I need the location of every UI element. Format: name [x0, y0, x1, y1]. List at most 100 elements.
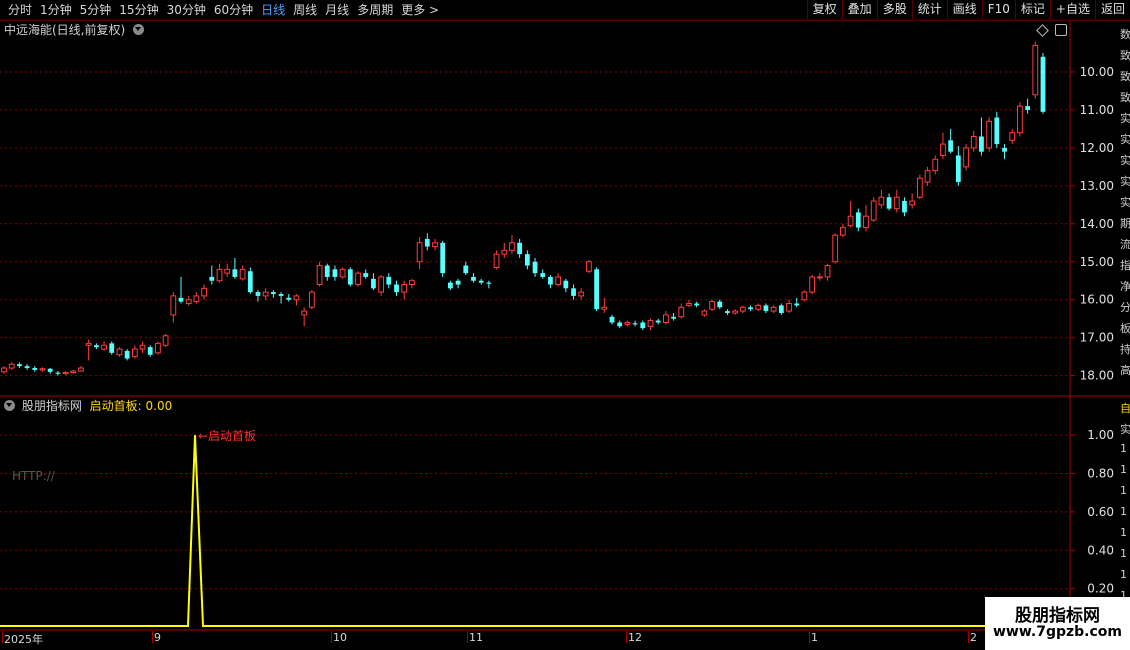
candle[interactable] — [155, 341, 161, 355]
candle-body — [1009, 132, 1016, 141]
period-tab-8[interactable]: 月线 — [321, 2, 353, 18]
dropdown-circle-icon[interactable] — [133, 24, 145, 35]
candle-body — [324, 265, 330, 277]
indicator-value: 启动首板: 0.00 — [89, 399, 173, 413]
candle-body — [501, 249, 508, 255]
candle-body — [893, 196, 900, 210]
candle-body — [131, 348, 138, 358]
toolbar-button-1[interactable]: 叠加 — [841, 0, 877, 19]
candle[interactable] — [870, 197, 877, 222]
date-tick — [2, 631, 3, 643]
y-tick-label: 13.00 — [1080, 179, 1114, 193]
period-tab-3[interactable]: 15分钟 — [115, 2, 162, 18]
period-tab-0[interactable]: 分时 — [4, 2, 36, 18]
candle[interactable] — [109, 341, 115, 355]
y-tick-label: 15.00 — [1080, 255, 1114, 269]
period-tabs: 分时 1分钟 5分钟 15分钟 30分钟 60分钟 日线 周线 月线 多周期 更多 > — [4, 2, 443, 18]
toolbar-button-8[interactable]: 返回 — [1094, 0, 1130, 19]
edge-text-fragment: 1 — [1120, 484, 1127, 497]
candle-body — [640, 322, 646, 329]
candle-body — [424, 238, 430, 247]
candle-body — [963, 147, 969, 168]
candle-body — [308, 291, 315, 308]
candle-body — [701, 310, 708, 316]
candle[interactable] — [162, 333, 169, 348]
candle[interactable] — [586, 259, 592, 274]
candle-body — [532, 261, 538, 274]
candle[interactable] — [247, 267, 253, 295]
candle-body — [739, 306, 746, 312]
candle-body — [1025, 106, 1030, 110]
candle-body — [916, 177, 923, 198]
period-tab-5[interactable]: 60分钟 — [210, 2, 257, 18]
candle-body — [955, 155, 961, 183]
period-tab-9[interactable]: 多周期 — [353, 2, 397, 18]
candle-body — [316, 265, 323, 286]
candle-body — [17, 364, 22, 367]
date-label: 11 — [469, 631, 483, 644]
candle[interactable] — [709, 299, 715, 312]
candle[interactable] — [316, 261, 323, 287]
candle-body — [8, 363, 15, 369]
watermark-url: www.7gpzb.com — [992, 624, 1122, 640]
candle-body — [224, 268, 231, 274]
candle[interactable] — [986, 117, 993, 152]
candle[interactable] — [801, 290, 808, 302]
candle-body — [209, 276, 215, 281]
candle[interactable] — [963, 144, 969, 171]
edge-text-fragment: 板 — [1120, 322, 1130, 335]
period-tab-1[interactable]: 1分钟 — [36, 2, 76, 18]
candle[interactable] — [832, 233, 839, 264]
period-tab-2[interactable]: 5分钟 — [76, 2, 116, 18]
candle-body — [1017, 105, 1023, 134]
toolbar-button-6[interactable]: 标记 — [1014, 0, 1050, 19]
candle-body — [686, 303, 692, 306]
toolbar-button-4[interactable]: 画线 — [946, 0, 982, 19]
candle[interactable] — [916, 174, 923, 200]
candle[interactable] — [339, 267, 346, 279]
candle[interactable] — [116, 347, 123, 357]
candle-body — [548, 276, 553, 285]
edge-text-fragment: 致 — [1120, 70, 1130, 83]
period-tab-4[interactable]: 30分钟 — [163, 2, 210, 18]
candle[interactable] — [355, 271, 361, 287]
candle-body — [463, 265, 469, 274]
period-tab-10[interactable]: 更多 > — [397, 2, 443, 18]
edge-text-fragment: 实 — [1120, 423, 1130, 436]
candle-body — [847, 215, 854, 227]
y-tick-label: 0.80 — [1087, 467, 1114, 481]
candle[interactable] — [1032, 41, 1039, 99]
edge-text-fragment: 期 — [1120, 217, 1130, 230]
candle-body — [655, 320, 661, 323]
edge-text-fragment: 1 — [1120, 568, 1127, 581]
date-label: 10 — [333, 631, 347, 644]
period-tab-7[interactable]: 周线 — [289, 2, 321, 18]
candle-body — [671, 316, 676, 319]
candle[interactable] — [594, 267, 600, 312]
period-toolbar: 分时 1分钟 5分钟 15分钟 30分钟 60分钟 日线 周线 月线 多周期 更多 > 复权 叠加 多股… — [0, 0, 1130, 21]
panel-toggle-icon[interactable] — [1055, 24, 1067, 36]
candlestick-chart[interactable]: 18.00 17.00 16.00 15.00 14.00 13.00 12.00 11.00… — [0, 21, 1130, 397]
period-tab-6[interactable]: 日线 — [257, 2, 289, 18]
candle[interactable] — [308, 290, 315, 310]
toolbar-button-7[interactable]: +自选 — [1049, 0, 1095, 19]
candle-body — [471, 276, 476, 281]
candle[interactable] — [1017, 102, 1023, 137]
date-tick — [626, 631, 627, 643]
indicator-bg — [0, 397, 1130, 631]
toolbar-button-0[interactable]: 复权 — [806, 0, 842, 19]
dropdown-circle-icon[interactable] — [4, 400, 15, 411]
candle-body — [293, 295, 300, 301]
candle[interactable] — [347, 267, 353, 287]
candle-body — [770, 306, 777, 312]
indicator-chart[interactable]: 1.00 0.80 0.60 0.40 0.20 — [0, 397, 1130, 631]
toolbar-button-5[interactable]: F10 — [981, 0, 1015, 19]
candle-body — [493, 253, 500, 268]
toolbar-button-3[interactable]: 统计 — [911, 0, 947, 19]
candle[interactable] — [1040, 53, 1046, 114]
candle[interactable] — [809, 275, 815, 295]
candle[interactable] — [440, 240, 446, 277]
toolbar-button-2[interactable]: 多股 — [876, 0, 912, 19]
candle-body — [863, 215, 869, 229]
candle-body — [594, 269, 600, 310]
